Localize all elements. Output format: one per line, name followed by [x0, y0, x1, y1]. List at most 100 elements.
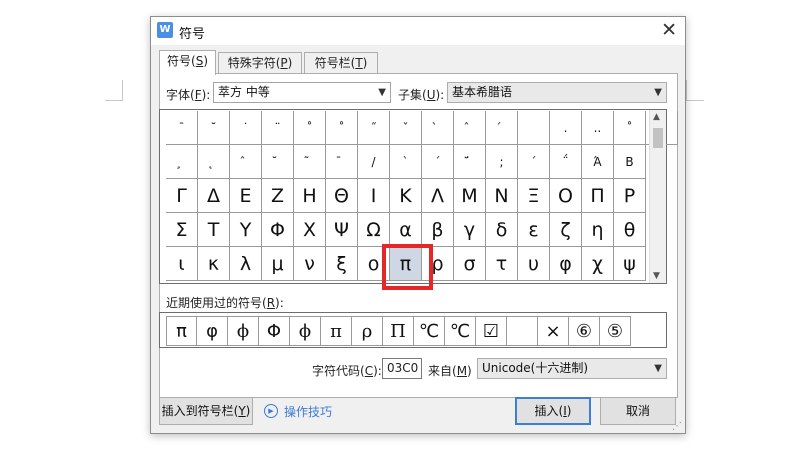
symbol-cell[interactable]: ̀	[422, 111, 454, 145]
symbol-cell[interactable]: Γ	[166, 179, 198, 213]
symbol-cell[interactable]: γ	[454, 213, 486, 247]
symbol-cell[interactable]: Β	[614, 145, 646, 179]
symbol-cell[interactable]: η	[582, 213, 614, 247]
from-select[interactable]: Unicode(十六进制) ▼	[477, 358, 667, 379]
tab-special-chars[interactable]: 特殊字符(P)	[218, 52, 302, 74]
grid-scrollbar[interactable]: ▲ ▼	[649, 110, 666, 283]
symbol-cell[interactable]: θ	[614, 213, 646, 247]
symbol-cell[interactable]: ˘	[198, 111, 230, 145]
symbol-cell[interactable]	[518, 111, 550, 145]
symbol-cell[interactable]: Ω	[358, 213, 390, 247]
symbol-cell[interactable]: Κ	[390, 179, 422, 213]
symbol-cell[interactable]: ΄	[518, 145, 550, 179]
close-icon[interactable]: ✕	[661, 20, 677, 40]
symbol-cell[interactable]: ˉ	[166, 111, 198, 145]
scroll-down-icon[interactable]: ▼	[653, 271, 660, 281]
play-circle-icon[interactable]: ▶	[264, 404, 278, 418]
symbol-cell[interactable]: ΅	[550, 145, 582, 179]
tips-link[interactable]: 操作技巧	[284, 403, 332, 420]
symbol-cell[interactable]: κ	[198, 247, 230, 281]
symbol-cell[interactable]: β	[422, 213, 454, 247]
symbol-cell[interactable]: ι	[166, 247, 198, 281]
symbol-cell[interactable]: λ	[230, 247, 262, 281]
recent-symbol-cell[interactable]: ☑	[476, 316, 507, 346]
symbol-cell[interactable]: Ε	[230, 179, 262, 213]
recent-symbol-cell[interactable]: π	[321, 316, 352, 346]
recent-symbol-cell[interactable]: π	[166, 316, 197, 346]
recent-symbol-cell[interactable]	[507, 316, 538, 346]
cancel-button[interactable]: 取消	[600, 397, 676, 425]
recent-symbol-cell[interactable]: ℃	[414, 316, 445, 346]
insert-button[interactable]: 插入(I)	[515, 397, 591, 425]
symbol-cell[interactable]: Φ	[262, 213, 294, 247]
symbol-cell[interactable]: ́	[486, 111, 518, 145]
recent-symbol-cell[interactable]: ℃	[445, 316, 476, 346]
symbol-cell[interactable]: ν	[294, 247, 326, 281]
insert-to-symbol-bar-button[interactable]: 插入到符号栏(Y)	[159, 397, 253, 425]
symbol-cell[interactable]: Σ	[166, 213, 198, 247]
symbol-cell[interactable]: ̆	[262, 145, 294, 179]
symbol-cell[interactable]: Δ	[198, 179, 230, 213]
recent-symbol-cell[interactable]: Π	[383, 316, 414, 346]
subset-select[interactable]: 基本希腊语 ▼	[447, 82, 667, 103]
recent-symbol-cell[interactable]: φ	[197, 316, 228, 346]
symbol-cell[interactable]: ;	[486, 145, 518, 179]
symbol-cell[interactable]: Χ	[294, 213, 326, 247]
recent-symbol-cell[interactable]: Φ	[259, 316, 290, 346]
symbol-cell[interactable]: ˙	[230, 111, 262, 145]
symbol-cell[interactable]: ̧	[166, 145, 198, 179]
recent-symbol-cell[interactable]: ρ	[352, 316, 383, 346]
symbol-cell[interactable]: Τ	[198, 213, 230, 247]
symbol-cell[interactable]: ´	[422, 145, 454, 179]
symbol-cell[interactable]: Υ	[230, 213, 262, 247]
tab-symbol-bar[interactable]: 符号栏(T)	[304, 52, 378, 74]
symbol-cell[interactable]: Ζ	[262, 179, 294, 213]
symbol-cell[interactable]: ˚	[326, 111, 358, 145]
tab-symbols[interactable]: 符号(S)	[159, 50, 216, 75]
symbol-cell[interactable]: Ο	[550, 179, 582, 213]
symbol-cell[interactable]: Ξ	[518, 179, 550, 213]
symbol-cell[interactable]: ¨	[262, 111, 294, 145]
symbol-cell[interactable]: σ	[454, 247, 486, 281]
symbol-cell[interactable]: Ν	[486, 179, 518, 213]
recent-symbol-cell[interactable]: ⑥	[569, 316, 600, 346]
resize-grip-icon[interactable]: ⋰	[672, 421, 682, 432]
recent-symbol-cell[interactable]: ϕ	[228, 316, 259, 346]
scrollbar-thumb[interactable]	[653, 128, 663, 148]
symbol-cell[interactable]: φ	[550, 247, 582, 281]
symbol-cell[interactable]: ̨	[198, 145, 230, 179]
symbol-cell[interactable]: μ	[262, 247, 294, 281]
symbol-cell[interactable]: Ρ	[614, 179, 646, 213]
symbol-cell[interactable]: ε	[518, 213, 550, 247]
symbol-cell[interactable]: ̂	[454, 111, 486, 145]
symbol-cell[interactable]: ̃	[294, 145, 326, 179]
symbol-cell[interactable]: δ	[486, 213, 518, 247]
recent-symbol-cell[interactable]: ϕ	[290, 316, 321, 346]
symbol-cell[interactable]: ˝	[358, 111, 390, 145]
dialog-titlebar[interactable]: W 符号 ✕	[151, 17, 685, 45]
symbol-cell[interactable]: Θ	[326, 179, 358, 213]
font-select[interactable]: 萃方 中等 ▼	[213, 82, 391, 103]
recent-symbol-cell[interactable]: ⑤	[600, 316, 631, 346]
symbol-cell[interactable]: ψ	[614, 247, 646, 281]
symbol-cell[interactable]: ξ	[326, 247, 358, 281]
symbol-cell[interactable]: Ι	[358, 179, 390, 213]
symbol-cell[interactable]: ˇ	[390, 111, 422, 145]
symbol-cell[interactable]: Ά	[582, 145, 614, 179]
symbol-cell[interactable]: υ	[518, 247, 550, 281]
recent-symbol-cell[interactable]: ×	[538, 316, 569, 346]
symbol-cell[interactable]: Μ	[454, 179, 486, 213]
scroll-up-icon[interactable]: ▲	[653, 112, 660, 122]
charcode-input[interactable]: 03C0	[382, 358, 422, 379]
symbol-cell[interactable]: Λ	[422, 179, 454, 213]
symbol-cell[interactable]: Η	[294, 179, 326, 213]
symbol-cell[interactable]: ˚	[614, 111, 646, 145]
symbol-cell[interactable]: ̂	[230, 145, 262, 179]
symbol-cell[interactable]: Ψ	[326, 213, 358, 247]
symbol-cell[interactable]: ̄	[326, 145, 358, 179]
symbol-cell[interactable]: ˚	[294, 111, 326, 145]
symbol-cell[interactable]: Π	[582, 179, 614, 213]
symbol-cell[interactable]: /	[358, 145, 390, 179]
symbol-cell[interactable]: χ	[582, 247, 614, 281]
symbol-cell[interactable]: ̈́	[454, 145, 486, 179]
